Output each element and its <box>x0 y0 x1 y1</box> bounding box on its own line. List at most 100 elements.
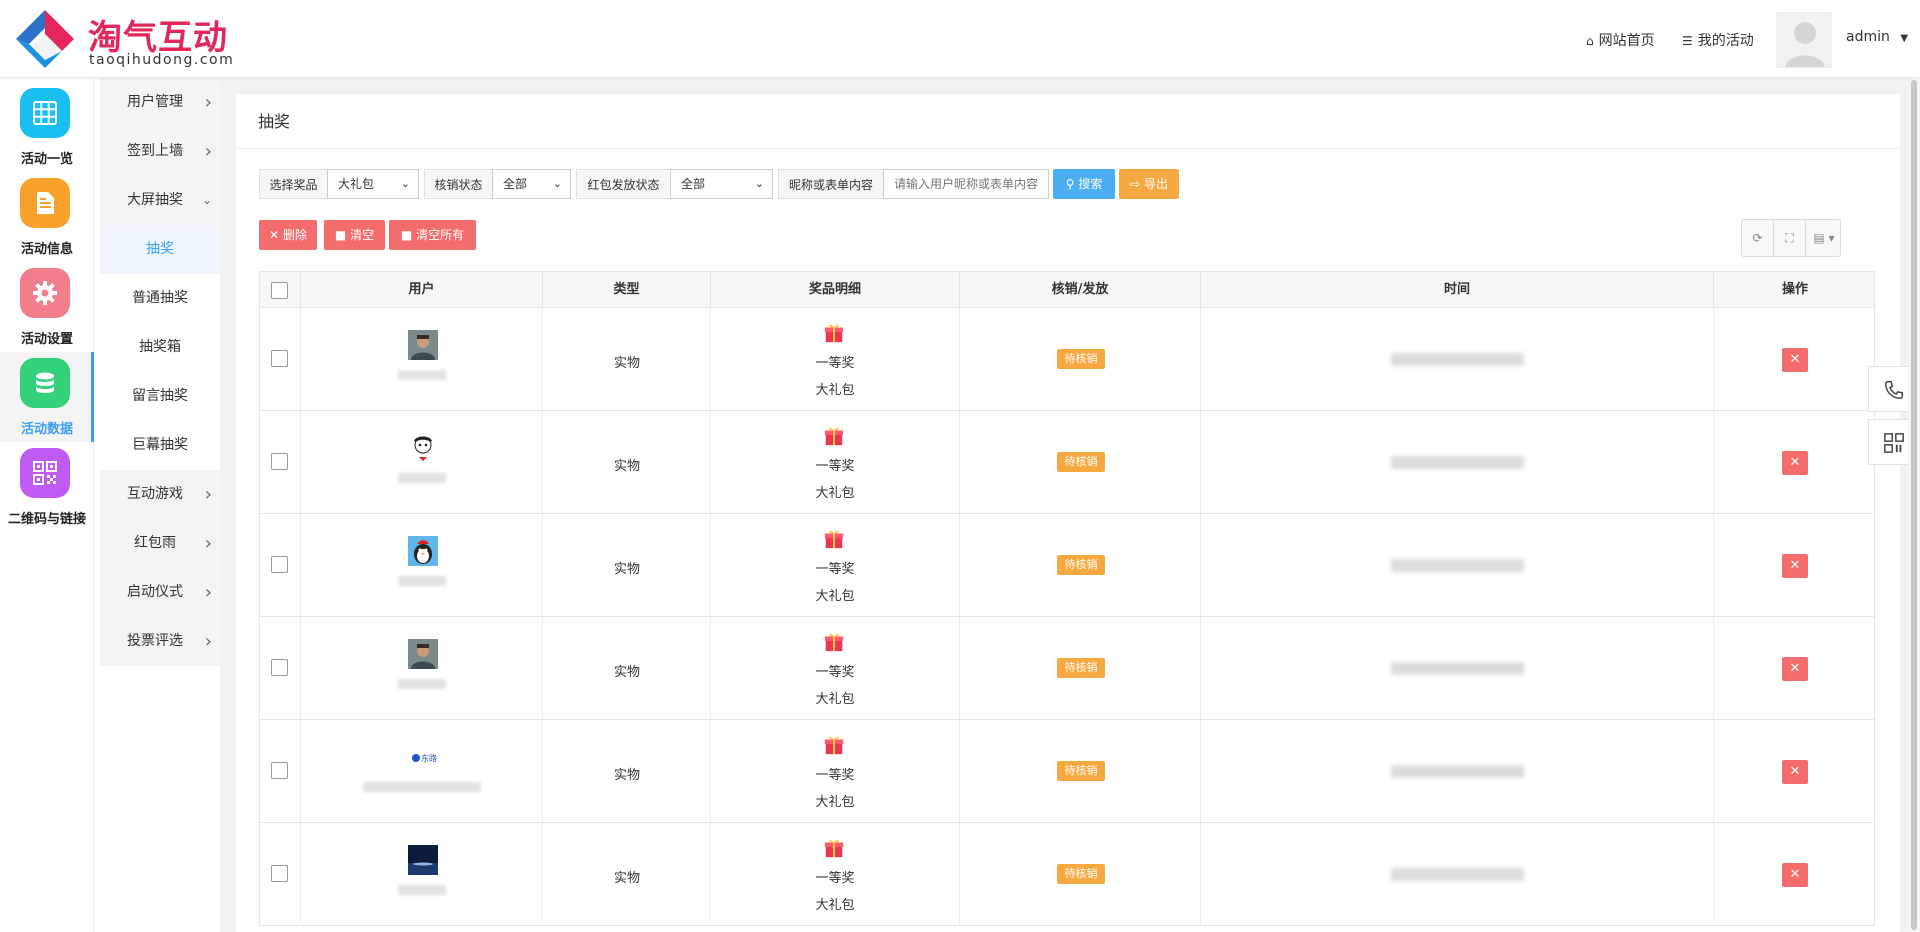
sub-sidebar: 用户管理 › 签到上墙 › 大屏抽奖 ⌄ 抽奖普通抽奖抽奖箱 留言抽奖 巨幕抽奖 互动游戏 › 红包雨… <box>100 78 220 932</box>
table-row: 实物 一等奖 大礼包 待核销 ✕ <box>259 823 1875 926</box>
row-delete-button[interactable]: ✕ <box>1782 760 1808 784</box>
clear-all-button[interactable]: ■ 清空所有 <box>389 220 476 250</box>
prize-cell: 一等奖 大礼包 <box>711 411 960 513</box>
clear-button[interactable]: ■ 清空 <box>324 220 385 250</box>
redpack-status-select[interactable]: 全部 ⌄ <box>670 169 773 199</box>
sidebar-item-qrcode[interactable]: 二维码与链接 <box>0 442 94 532</box>
subnav-label: 签到上墙 <box>127 143 183 159</box>
status-cell: 待核销 <box>960 823 1201 925</box>
subnav-item[interactable]: 留言抽奖 <box>100 372 220 421</box>
row-delete-button[interactable]: ✕ <box>1782 451 1808 475</box>
prize-level: 一等奖 <box>815 665 855 680</box>
sidebar-item-document[interactable]: 活动信息 <box>0 172 94 262</box>
caret-down-icon: ▼ <box>1900 33 1909 44</box>
fullscreen-icon[interactable]: ⛶ <box>1774 220 1806 256</box>
verify-status-select[interactable]: 全部 ⌄ <box>492 169 571 199</box>
subnav-item[interactable]: 抽奖 <box>100 225 220 274</box>
brand-logo[interactable]: 淘气互动 taoqihudong.com <box>14 8 244 70</box>
row-checkbox[interactable] <box>271 556 288 573</box>
sidebar-item-label: 活动设置 <box>20 332 73 347</box>
prize-type: 实物 <box>613 871 640 886</box>
user-avatar[interactable] <box>1776 12 1832 68</box>
phone-icon <box>1885 381 1903 399</box>
nav-my-activity-link[interactable]: ☰ 我的活动 <box>1682 30 1754 50</box>
subnav-item[interactable]: 大屏抽奖 ⌄ <box>100 176 220 225</box>
prize-type: 实物 <box>613 768 640 783</box>
sidebar-item-gear[interactable]: 活动设置 <box>0 262 94 352</box>
time-redacted <box>1391 559 1524 572</box>
prize-cell: 一等奖 大礼包 <box>711 308 960 410</box>
chevron-right-icon: › <box>204 631 212 652</box>
subnav-item[interactable]: 用户管理 › <box>100 78 220 127</box>
chevron-right-icon: › <box>204 141 212 162</box>
row-select-cell <box>260 411 301 513</box>
time-redacted <box>1391 456 1524 469</box>
prize-type: 实物 <box>613 665 640 680</box>
prize-cell: 一等奖 大礼包 <box>711 823 960 925</box>
action-cell: ✕ <box>1714 617 1876 719</box>
subnav-item[interactable]: 投票评选 › <box>100 617 220 666</box>
prize-filter-label: 选择奖品 <box>259 169 328 199</box>
row-checkbox[interactable] <box>271 865 288 882</box>
subnav-item[interactable]: 巨幕抽奖 <box>100 421 220 470</box>
keyword-filter-label: 昵称或表单内容 <box>778 169 884 199</box>
row-delete-button[interactable]: ✕ <box>1782 554 1808 578</box>
document-icon <box>20 178 70 228</box>
trash-icon: ■ <box>400 228 413 242</box>
user-cell <box>301 411 543 513</box>
subnav-item[interactable]: 抽奖箱 <box>100 323 220 372</box>
refresh-icon[interactable]: ⟳ <box>1742 220 1774 256</box>
subnav-item[interactable]: 红包雨 › <box>100 519 220 568</box>
row-delete-button[interactable]: ✕ <box>1782 657 1808 681</box>
redpack-filter-label: 红包发放状态 <box>576 169 671 199</box>
subnav-item[interactable]: 签到上墙 › <box>100 127 220 176</box>
page-scrollbar[interactable] <box>1908 78 1920 932</box>
table-header: 用户 类型 奖品明细 核销/发放 时间 操作 <box>259 271 1875 308</box>
close-icon: ✕ <box>268 228 280 242</box>
row-checkbox[interactable] <box>271 453 288 470</box>
sidebar-item-database[interactable]: 活动数据 <box>0 352 94 442</box>
action-cell: ✕ <box>1714 411 1876 513</box>
subnav-item[interactable]: 普通抽奖 <box>100 274 220 323</box>
export-button[interactable]: ⇨ 导出 <box>1119 169 1179 199</box>
time-cell <box>1201 617 1714 719</box>
row-delete-button[interactable]: ✕ <box>1782 348 1808 372</box>
user-name-redacted <box>398 576 446 586</box>
subnav-item[interactable]: 互动游戏 › <box>100 470 220 519</box>
row-checkbox[interactable] <box>271 350 288 367</box>
chevron-down-icon: ⌄ <box>201 193 212 207</box>
user-name-redacted <box>398 885 446 895</box>
subnav-label: 普通抽奖 <box>132 290 188 306</box>
status-cell: 待核销 <box>960 720 1201 822</box>
select-all-checkbox[interactable] <box>271 282 288 299</box>
time-cell <box>1201 823 1714 925</box>
table-row: 实物 一等奖 大礼包 待核销 ✕ <box>259 514 1875 617</box>
keyword-search-input[interactable] <box>883 169 1049 199</box>
subnav-item[interactable]: 启动仪式 › <box>100 568 220 617</box>
columns-toggle-icon[interactable]: ▤ ▾ <box>1806 220 1842 256</box>
row-checkbox[interactable] <box>271 659 288 676</box>
qrcode-icon <box>1884 433 1904 453</box>
prize-type: 实物 <box>613 459 640 474</box>
status-badge: 待核销 <box>1057 658 1105 678</box>
nav-home-link[interactable]: ⌂ 网站首页 <box>1586 30 1655 50</box>
top-header: 淘气互动 taoqihudong.com ⌂ 网站首页 ☰ 我的活动 admin ▼ <box>0 0 1920 78</box>
subnav-label: 大屏抽奖 <box>127 192 183 208</box>
chevron-right-icon: › <box>204 533 212 554</box>
row-delete-button[interactable]: ✕ <box>1782 863 1808 887</box>
prize-select[interactable]: 大礼包 ⌄ <box>327 169 419 199</box>
sidebar-item-label: 活动信息 <box>20 242 73 257</box>
search-button[interactable]: ⚲ 搜索 <box>1053 169 1115 199</box>
chevron-down-icon: ⌄ <box>400 177 410 190</box>
sidebar-item-grid[interactable]: 活动一览 <box>0 82 94 172</box>
scrollbar-thumb[interactable] <box>1911 80 1917 930</box>
prize-type: 实物 <box>613 562 640 577</box>
prize-cell: 一等奖 大礼包 <box>711 720 960 822</box>
home-icon: ⌂ <box>1586 34 1594 48</box>
delete-button[interactable]: ✕ 删除 <box>259 220 317 250</box>
user-menu[interactable]: admin ▼ <box>1846 29 1908 45</box>
time-redacted <box>1391 765 1524 778</box>
row-checkbox[interactable] <box>271 762 288 779</box>
prize-level: 一等奖 <box>815 562 855 577</box>
select-all-cell <box>260 272 301 308</box>
